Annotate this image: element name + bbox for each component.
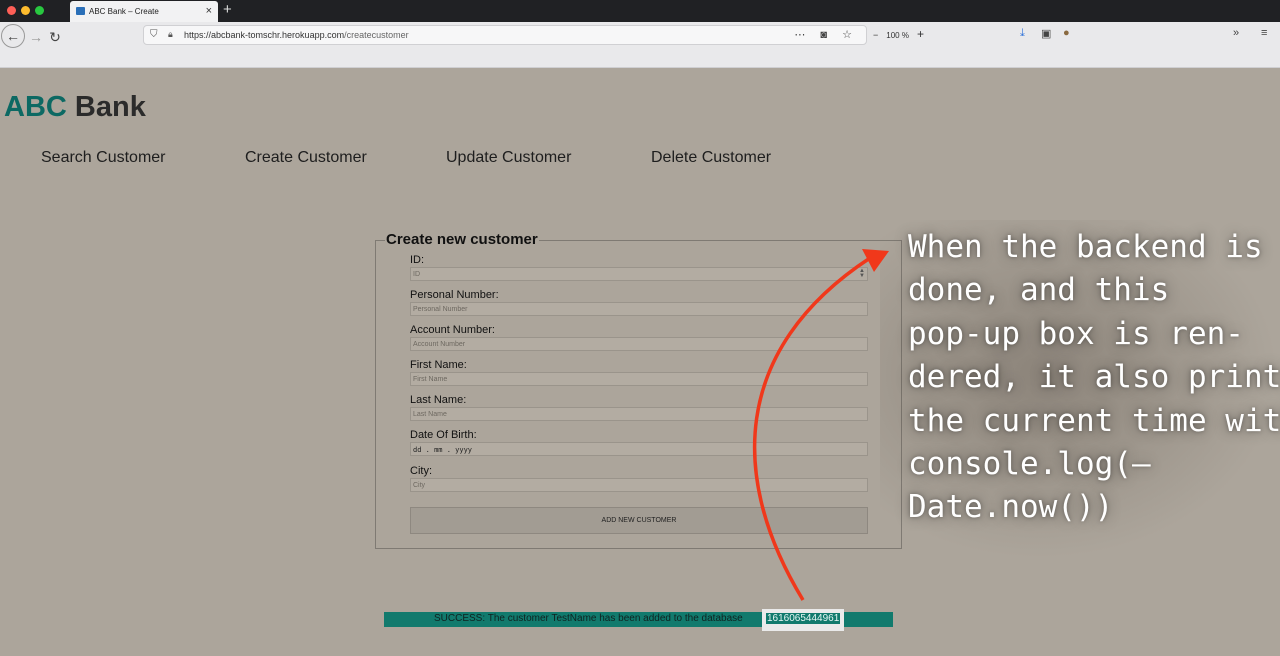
arrow-path	[752, 256, 871, 601]
annotation-text: When the backend is done, and this pop-u…	[908, 229, 1280, 526]
